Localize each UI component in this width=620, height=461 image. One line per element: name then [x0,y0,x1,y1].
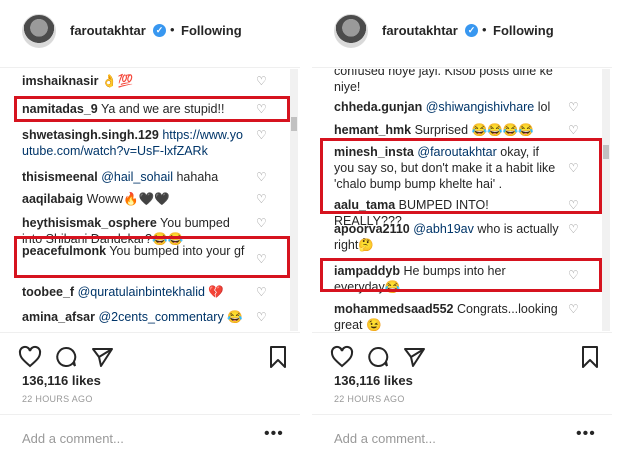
post-header: faroutakhtar ✓ • Following [0,0,300,68]
comment-text: 😂 [227,310,243,324]
username-link[interactable]: faroutakhtar [382,23,458,38]
username-link[interactable]: faroutakhtar [70,23,146,38]
post-header: faroutakhtar ✓ • Following [312,0,612,68]
list-item: aaqilabaig Woww🔥🖤🖤 [22,191,247,207]
list-item: amina_afsar @2cents_commentary 😂 [22,309,247,325]
panel-gap [304,0,308,461]
comment-username[interactable]: thisismeenal [22,170,98,184]
avatar[interactable] [22,14,56,48]
list-item: thisismeenal @hail_sohail hahaha [22,169,247,185]
following-button[interactable]: Following [181,23,242,38]
comment-text: hahaha [176,170,219,184]
comment-username[interactable]: mohammedsaad552 [334,302,454,316]
add-comment-bar: Add a comment... ••• [0,414,300,461]
comment-mention[interactable]: @shiwangishivhare [426,100,535,114]
avatar[interactable] [334,14,368,48]
list-item: toobee_f @quratulainbintekhalid 💔 [22,284,247,300]
highlight-box [14,236,290,278]
comments-scroll-thumb[interactable] [603,145,609,159]
list-item: imshaiknasir 👌💯 [22,73,247,89]
bookmark-save-icon[interactable] [578,345,602,369]
post-timestamp[interactable]: 22 HOURS AGO [22,394,93,404]
like-comment-heart-icon[interactable]: ♡ [256,171,268,183]
highlight-box [320,258,602,292]
more-options-icon[interactable]: ••• [264,425,284,443]
like-comment-heart-icon[interactable]: ♡ [568,223,580,235]
post-timestamp[interactable]: 22 HOURS AGO [334,394,405,404]
comment-mention[interactable]: @2cents_commentary [98,310,223,324]
comment-username[interactable]: chheda.gunjan [334,100,422,114]
separator-dot: • [170,22,175,37]
comment-username[interactable]: imshaiknasir [22,74,98,88]
add-comment-input[interactable]: Add a comment... [334,431,436,446]
highlight-box [320,138,602,214]
add-comment-input[interactable]: Add a comment... [22,431,124,446]
list-item: shwetasingh.singh.129 https://www.youtub… [22,127,247,159]
list-item: hemant_hmk Surprised 😂😂😂😂 [334,122,559,138]
comment-text: lol [537,100,551,114]
separator-dot: • [482,22,487,37]
comment-username[interactable]: toobee_f [22,285,74,299]
like-comment-heart-icon[interactable]: ♡ [568,303,580,315]
comment-text: 💔 [208,285,224,299]
list-item: confused hoye jayi. Kisob posts dine ke … [334,69,559,95]
like-comment-heart-icon[interactable]: ♡ [568,101,580,113]
comments-scrollbar[interactable] [290,69,298,331]
following-button[interactable]: Following [493,23,554,38]
like-comment-heart-icon[interactable]: ♡ [256,286,268,298]
add-comment-bar: Add a comment... ••• [312,414,612,461]
comment-mention[interactable]: @hail_sohail [101,170,173,184]
like-comment-heart-icon[interactable]: ♡ [256,129,268,141]
post-panel-right: faroutakhtar ✓ • Following confused hoye… [312,0,612,461]
comment-username[interactable]: shwetasingh.singh.129 [22,128,159,142]
list-item: chheda.gunjan @shiwangishivhare lol [334,99,559,115]
post-actions [312,332,612,376]
post-panel-left: faroutakhtar ✓ • Following imshaiknasir … [0,0,300,461]
like-heart-icon[interactable] [18,345,42,369]
comment-mention[interactable]: @abh19av [413,222,474,236]
comment-username[interactable]: aaqilabaig [22,192,83,206]
like-comment-heart-icon[interactable]: ♡ [256,75,268,87]
comment-mention[interactable]: @quratulainbintekhalid [78,285,205,299]
likes-count[interactable]: 136,116 likes [334,373,413,388]
comment-bubble-icon[interactable] [366,345,390,369]
comment-text: Woww🔥🖤🖤 [86,192,170,206]
like-comment-heart-icon[interactable]: ♡ [256,217,268,229]
comment-username[interactable]: amina_afsar [22,310,95,324]
comment-bubble-icon[interactable] [54,345,78,369]
comment-username[interactable]: hemant_hmk [334,123,411,137]
share-send-icon[interactable] [402,345,426,369]
like-comment-heart-icon[interactable]: ♡ [568,124,580,136]
more-options-icon[interactable]: ••• [576,425,596,443]
list-item: apoorva2110 @abh19av who is actually rig… [334,221,559,253]
bookmark-save-icon[interactable] [266,345,290,369]
comments-scroll-thumb[interactable] [291,117,297,131]
likes-count[interactable]: 136,116 likes [22,373,101,388]
post-actions [0,332,300,376]
comment-username[interactable]: apoorva2110 [334,222,410,236]
verified-badge-icon: ✓ [153,24,166,37]
verified-badge-icon: ✓ [465,24,478,37]
comment-text: confused hoye jayi. Kisob posts dine ke … [334,69,553,94]
comments-scrollbar[interactable] [602,69,610,331]
comment-text: Surprised 😂😂😂😂 [414,123,534,137]
comment-text: 👌💯 [101,74,134,88]
share-send-icon[interactable] [90,345,114,369]
comment-username[interactable]: heythisismak_osphere [22,216,157,230]
like-comment-heart-icon[interactable]: ♡ [256,311,268,323]
like-heart-icon[interactable] [330,345,354,369]
like-comment-heart-icon[interactable]: ♡ [256,193,268,205]
list-item: mohammedsaad552 Congrats...looking great… [334,301,559,331]
highlight-box [14,96,290,122]
